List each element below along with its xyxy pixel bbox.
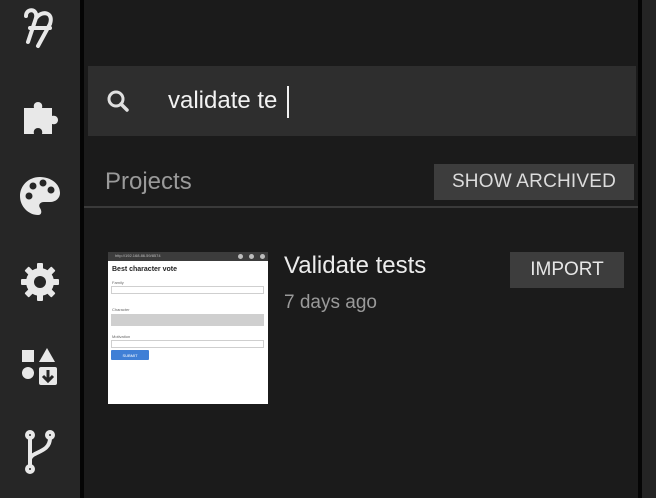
import-button[interactable]: IMPORT: [510, 252, 624, 288]
show-archived-button[interactable]: SHOW ARCHIVED: [434, 164, 634, 200]
thumbnail-select: [111, 286, 264, 294]
puzzle-icon[interactable]: [16, 92, 64, 140]
project-thumbnail[interactable]: http://192.168.86.59/8574 Best character…: [108, 252, 268, 404]
git-branch-icon[interactable]: [16, 428, 64, 476]
text-caret: [287, 86, 289, 118]
thumbnail-field-label: Family: [112, 280, 124, 285]
search-icon: [106, 89, 130, 118]
thumbnail-url: http://192.168.86.59/8574: [115, 253, 161, 258]
right-panel-edge: [642, 0, 656, 498]
thumbnail-field-label: Motivation: [112, 334, 131, 339]
project-item[interactable]: http://192.168.86.59/8574 Best character…: [84, 208, 638, 428]
thumbnail-disabled-field: [111, 314, 264, 326]
logo-icon[interactable]: [16, 4, 64, 52]
project-modified-date: 7 days ago: [284, 292, 377, 313]
gear-icon[interactable]: [16, 258, 64, 306]
thumbnail-settings-icon: [238, 254, 243, 259]
project-name[interactable]: Validate tests: [284, 252, 426, 280]
thumbnail-text-field: [111, 340, 264, 348]
thumbnail-refresh-icon: [249, 254, 254, 259]
thumbnail-close-icon: [260, 254, 265, 259]
search-input[interactable]: [168, 84, 608, 118]
thumbnail-field-label: Character: [112, 307, 130, 312]
search-box[interactable]: [88, 66, 636, 136]
sidebar: [0, 0, 80, 498]
palette-icon[interactable]: [16, 172, 64, 220]
shapes-import-icon[interactable]: [16, 342, 64, 390]
projects-heading: Projects: [105, 168, 192, 195]
thumbnail-submit-button: SUBMIT: [111, 350, 149, 360]
thumbnail-heading: Best character vote: [112, 266, 177, 273]
thumbnail-titlebar: http://192.168.86.59/8574: [108, 252, 268, 261]
